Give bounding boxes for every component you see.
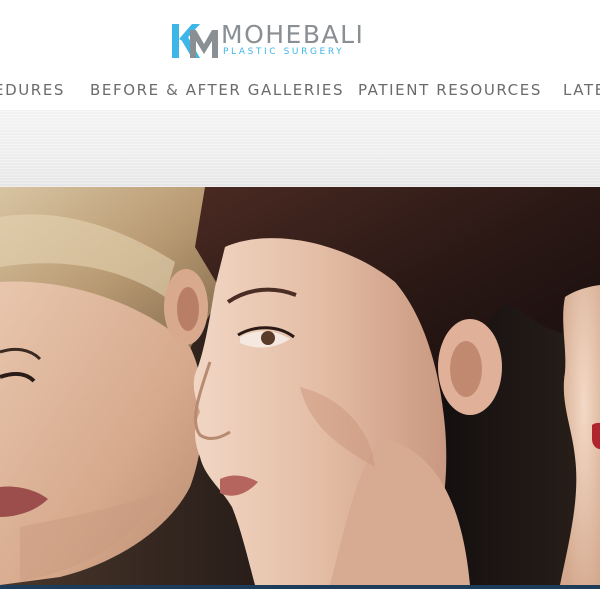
brand-name: MOHEBALI	[221, 20, 365, 49]
brand-subtitle: PLASTIC SURGERY	[223, 47, 345, 57]
main-navigation: EDURES BEFORE & AFTER GALLERIES PATIENT …	[0, 70, 600, 110]
site-header: MOHEBALI PLASTIC SURGERY	[0, 0, 600, 70]
nav-item-patient-resources[interactable]: PATIENT RESOURCES	[358, 81, 542, 99]
nav-item-procedures[interactable]: EDURES	[0, 81, 65, 99]
nav-item-before-after-galleries[interactable]: BEFORE & AFTER GALLERIES	[90, 81, 344, 99]
hero-illustration	[0, 187, 600, 585]
footer-strip	[0, 585, 600, 589]
texture-banner	[0, 110, 600, 187]
hero-image	[0, 187, 600, 585]
km-monogram-icon	[172, 24, 218, 58]
nav-item-latest[interactable]: LATE	[563, 81, 600, 99]
